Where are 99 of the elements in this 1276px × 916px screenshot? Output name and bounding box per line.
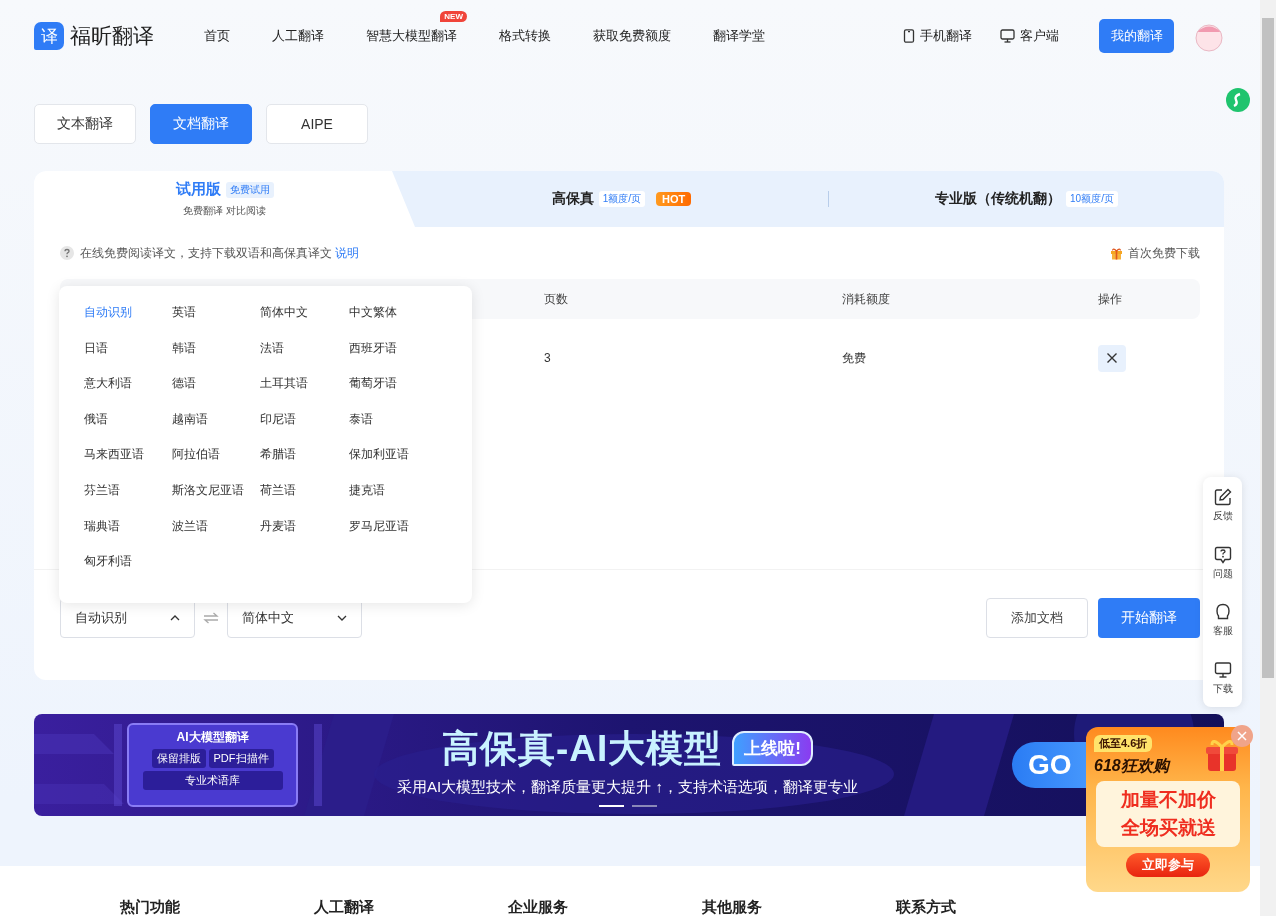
language-option[interactable]: 捷克语 — [349, 482, 385, 497]
side-tool[interactable]: 反馈 — [1212, 488, 1233, 524]
language-option[interactable]: 马来西亚语 — [84, 447, 144, 462]
table-cell-text: 3 — [544, 351, 552, 365]
logo-text[interactable]: 福昕翻译 — [70, 22, 154, 50]
logo-icon: 译 — [34, 22, 64, 50]
nav-link[interactable]: 人工翻译 — [272, 27, 324, 45]
promo-headline: 加量不加价 — [1120, 788, 1216, 812]
remove-button[interactable] — [1098, 344, 1126, 372]
plan-tag: 1额度/页 — [598, 191, 646, 207]
language-option[interactable]: 俄语 — [84, 411, 108, 426]
scrollbar[interactable] — [1260, 0, 1276, 916]
nav-link[interactable]: 获取免费额度 — [593, 27, 671, 45]
promo-headline: 全场买就送 — [1120, 816, 1216, 840]
language-option[interactable]: 简体中文 — [260, 305, 308, 319]
nav-link[interactable]: 智慧大模型翻译 — [366, 27, 457, 45]
feature-chip: 保留排版 — [151, 749, 206, 768]
language-option[interactable]: 英语 — [172, 305, 196, 319]
language-option[interactable]: 土耳其语 — [260, 376, 308, 391]
side-tool[interactable]: 客服 — [1212, 603, 1233, 639]
banner-title: 高保真-AI大模型 — [442, 726, 723, 771]
footer-heading: 其他服务 — [702, 898, 763, 916]
add-document-button[interactable]: 添加文档 — [986, 598, 1088, 638]
nav-link[interactable]: 翻译学堂 — [713, 27, 765, 45]
plan-tab[interactable]: 专业版（传统机翻） 10额度/页 — [829, 171, 1224, 227]
discount-badge: 低至4.6折 — [1094, 735, 1153, 752]
footer-heading: 联系方式 — [896, 898, 957, 916]
free-download-link[interactable]: 首次免费下载 — [1110, 244, 1200, 262]
new-badge: NEW — [440, 11, 467, 22]
column-header: 消耗额度 — [842, 290, 891, 308]
nav-link[interactable]: 首页 — [204, 27, 230, 45]
language-option[interactable]: 德语 — [172, 376, 196, 391]
language-option[interactable]: 韩语 — [172, 340, 196, 355]
plan-tag: 免费试用 — [225, 181, 274, 198]
mode-tab[interactable]: 文档翻译 — [150, 104, 252, 144]
column-header: 操作 — [1098, 290, 1123, 308]
language-option[interactable]: 罗马尼亚语 — [349, 518, 409, 533]
banner-badge: 上线啦! — [732, 731, 813, 766]
language-option[interactable]: 日语 — [84, 340, 108, 355]
language-option[interactable]: 法语 — [260, 340, 284, 355]
language-option[interactable]: 保加利亚语 — [349, 447, 409, 462]
language-option[interactable]: 阿拉伯语 — [172, 447, 220, 462]
language-option[interactable]: 丹麦语 — [260, 518, 296, 533]
mode-tab[interactable]: AIPE — [266, 104, 368, 144]
close-icon — [1237, 731, 1247, 741]
help-link[interactable]: 说明 — [335, 245, 360, 260]
side-tool[interactable]: 下载 — [1212, 660, 1233, 696]
info-text: 在线免费阅读译文，支持下载双语和高保真译文 说明 — [80, 244, 360, 262]
edit-icon — [1213, 488, 1232, 507]
language-option[interactable]: 波兰语 — [172, 518, 208, 533]
my-translation-button[interactable]: 我的翻译 — [1099, 19, 1174, 53]
plan-subtitle: 免费翻译 对比阅读 — [183, 204, 266, 218]
language-option[interactable]: 意大利语 — [84, 376, 132, 391]
hot-badge: HOT — [656, 192, 692, 206]
language-option[interactable]: 越南语 — [172, 411, 208, 426]
header-link[interactable]: 手机翻译 — [903, 27, 972, 45]
language-option[interactable]: 泰语 — [349, 411, 373, 426]
plan-title: 专业版（传统机翻） — [935, 190, 1062, 208]
feature-chip: 专业术语库 — [142, 771, 283, 790]
table-cell-text: 免费 — [842, 349, 867, 367]
language-option[interactable]: 匈牙利语 — [84, 554, 132, 569]
language-option[interactable]: 瑞典语 — [84, 518, 120, 533]
plan-tab[interactable]: 试用版 免费试用 免费翻译 对比阅读 — [34, 171, 415, 227]
language-option[interactable]: 西班牙语 — [349, 340, 397, 355]
mode-tab[interactable]: 文本翻译 — [34, 104, 136, 144]
gift-icon — [1110, 246, 1123, 260]
feature-title: AI大模型翻译 — [176, 729, 249, 746]
plan-title: 试用版 — [175, 180, 221, 199]
footer-heading: 人工翻译 — [314, 898, 375, 916]
side-tool[interactable]: 问题 — [1212, 545, 1233, 581]
plan-title: 高保真 — [551, 190, 594, 208]
close-icon — [1106, 352, 1118, 364]
plan-tab[interactable]: 高保真 1额度/页 HOT — [415, 191, 829, 207]
assistant-icon[interactable] — [1226, 88, 1250, 112]
footer-heading: 企业服务 — [508, 898, 569, 916]
nav-link[interactable]: 格式转换 — [499, 27, 551, 45]
monitor-icon — [1213, 660, 1232, 679]
feature-chip: PDF扫描件 — [208, 749, 274, 768]
language-option[interactable]: 荷兰语 — [260, 482, 296, 497]
join-button[interactable]: 立即参与 — [1126, 853, 1210, 877]
header-link[interactable]: 客户端 — [1000, 27, 1059, 45]
phone-icon — [903, 29, 915, 43]
plan-tag: 10额度/页 — [1066, 191, 1118, 207]
close-button[interactable] — [1231, 725, 1253, 747]
language-option[interactable]: 斯洛文尼亚语 — [172, 482, 244, 497]
language-option[interactable]: 希腊语 — [260, 447, 296, 462]
footer-heading: 热门功能 — [120, 898, 181, 916]
language-option[interactable]: 葡萄牙语 — [349, 376, 397, 391]
language-option[interactable]: 芬兰语 — [84, 482, 120, 497]
banner-subtitle: 采用AI大模型技术，翻译质量更大提升 ↑，支持术语选项，翻译更专业 — [397, 777, 858, 797]
language-option[interactable]: 中文繁体 — [349, 305, 397, 319]
column-header: 页数 — [544, 290, 569, 308]
monitor-icon — [1000, 29, 1015, 43]
language-option[interactable]: 自动识别 — [84, 305, 132, 319]
help-icon — [60, 246, 74, 260]
start-translation-button[interactable]: 开始翻译 — [1098, 598, 1200, 638]
swap-icon[interactable] — [203, 612, 219, 624]
language-option[interactable]: 印尼语 — [260, 411, 296, 426]
question-icon — [1213, 545, 1232, 564]
